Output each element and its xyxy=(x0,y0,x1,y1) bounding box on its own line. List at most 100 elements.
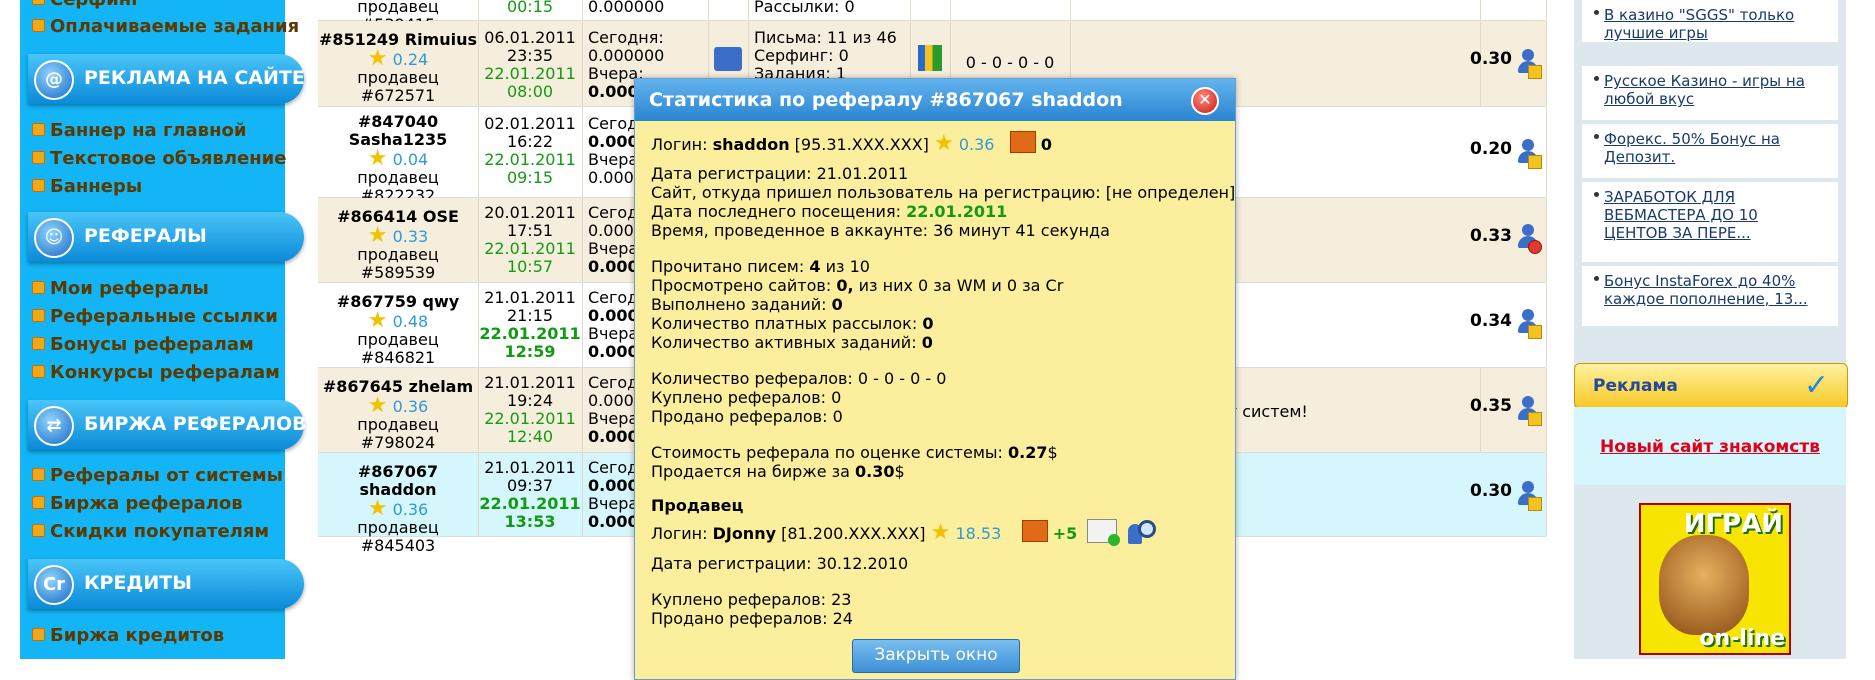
referral-name[interactable]: #867759 qwy xyxy=(318,283,478,311)
bag-icon xyxy=(1009,131,1036,153)
buy-referral-icon[interactable] xyxy=(1516,49,1542,79)
price: 0.35 xyxy=(1470,396,1512,416)
bullet-icon xyxy=(1594,276,1599,281)
mailings-count: Рассылки: 0 xyxy=(754,0,855,16)
section-header-referrals: ☺ РЕФЕРАЛЫ xyxy=(28,212,304,262)
modal-header: Статистика по рефералу #867067 shaddon ✕ xyxy=(635,79,1235,121)
bought-count: Куплено рефералов: 0 xyxy=(651,388,842,407)
rating: 0.04 xyxy=(392,150,429,169)
seller-id: продавец #672571 xyxy=(357,68,439,105)
bullet-icon xyxy=(32,151,45,164)
stat-value: 0.000000 xyxy=(588,0,665,16)
bullet-icon xyxy=(1594,10,1599,15)
read-letters: Прочитано писем: 4 из 10 xyxy=(651,257,870,276)
section-header-ads: @ РЕКЛАМА НА САЙТЕ xyxy=(28,54,305,104)
bullet-icon xyxy=(1594,134,1599,139)
referral-levels: 0 - 0 - 0 - 0 xyxy=(965,53,1055,72)
news-link[interactable]: Русское Казино - игры на любой вкус xyxy=(1582,66,1838,108)
sidebar-item-ref-links[interactable]: Реферальные ссылки xyxy=(32,305,278,329)
seller-login: DJonny xyxy=(712,524,777,543)
table-row: продавец #539415 00:15 0.000000 Рассылки… xyxy=(318,0,1547,34)
mail-stats-icon[interactable] xyxy=(714,47,742,71)
bullet-icon xyxy=(32,179,45,192)
rating: 0.36 xyxy=(958,135,995,154)
close-icon[interactable]: ✕ xyxy=(1191,87,1219,115)
seller-id: продавец #589539 xyxy=(357,245,439,282)
bullet-icon xyxy=(32,0,45,5)
bullet-icon xyxy=(32,496,45,509)
news-item: Бонус InstaForex до 40% каждое пополнени… xyxy=(1582,266,1838,329)
reg-date: Дата регистрации: 21.01.2011 xyxy=(651,164,909,183)
star-icon: ★ xyxy=(934,131,954,156)
price: 0.20 xyxy=(1470,139,1512,159)
source: Сайт, откуда пришел пользователь на реги… xyxy=(651,183,1236,202)
dating-site-link[interactable]: Новый сайт знакомств xyxy=(1574,437,1846,457)
sidebar-item-text-ad[interactable]: Текстовое объявление xyxy=(32,147,286,171)
sidebar-item-system-refs[interactable]: Рефералы от системы xyxy=(32,464,283,488)
sidebar-item-surfing[interactable]: Серфинг xyxy=(32,0,141,12)
news-item: Русское Казино - игры на любой вкус xyxy=(1582,66,1838,123)
news-link[interactable]: Бонус InstaForex до 40% каждое пополнени… xyxy=(1582,266,1838,308)
user-search-icon[interactable] xyxy=(1127,520,1156,544)
bullet-icon xyxy=(32,281,45,294)
seller-ip: [81.200.XXX.XXX] xyxy=(781,524,926,543)
seller-id: продавец #798024 xyxy=(357,415,439,452)
price: 0.33 xyxy=(1470,226,1512,246)
seller-reg-date: Дата регистрации: 30.12.2010 xyxy=(651,554,909,573)
news-item: Форекс. 50% Бонус на Депозит. xyxy=(1582,124,1838,181)
sidebar-item-main-banner[interactable]: Баннер на главной xyxy=(32,119,247,143)
seller-plus: +5 xyxy=(1052,524,1078,543)
news-link[interactable]: ЗАРАБОТОК ДЛЯ ВЕБМАСТЕРА ДО 10 ЦЕНТОВ ЗА… xyxy=(1582,182,1838,242)
login: shaddon xyxy=(712,135,790,154)
sale-price: Продается на бирже за 0.30$ xyxy=(651,462,905,481)
sidebar-item-ref-exchange[interactable]: Биржа рефералов xyxy=(32,492,243,516)
buy-referral-icon[interactable] xyxy=(1516,309,1542,339)
banner-bottom-text: on-line xyxy=(1699,626,1785,651)
credits-icon: Cr xyxy=(34,565,74,605)
sidebar-item-my-referrals[interactable]: Мои рефералы xyxy=(32,277,209,301)
chart-stats-icon[interactable] xyxy=(918,45,942,71)
bag-icon xyxy=(1021,520,1048,542)
visit-time: 00:15 xyxy=(506,0,554,16)
bullet-icon xyxy=(32,309,45,322)
paid-mailings: Количество платных рассылок: 0 xyxy=(651,314,934,333)
left-sidebar: Серфинг Оплачиваемые задания @ РЕКЛАМА Н… xyxy=(20,0,307,659)
rating: 0.36 xyxy=(392,500,429,519)
rating: 0.24 xyxy=(392,50,429,69)
remove-referral-icon[interactable] xyxy=(1516,224,1542,254)
referral-name[interactable]: #847040 Sasha1235 xyxy=(343,107,453,149)
star-icon: ★ xyxy=(930,520,951,545)
ads-header: Реклама ✓ xyxy=(1574,363,1848,409)
referral-count: Количество рефералов: 0 - 0 - 0 - 0 xyxy=(651,369,947,388)
seller-bought: Куплено рефералов: 23 xyxy=(651,590,852,609)
buy-referral-icon[interactable] xyxy=(1516,481,1542,511)
sidebar-item-ref-contests[interactable]: Конкурсы рефералам xyxy=(32,361,280,385)
close-window-button[interactable]: Закрыть окно xyxy=(852,639,1020,673)
users-icon: ☺ xyxy=(34,218,74,258)
sidebar-item-paid-tasks[interactable]: Оплачиваемые задания xyxy=(32,15,299,39)
referral-name[interactable]: #867067 shaddon xyxy=(318,453,478,499)
bullet-icon xyxy=(32,19,45,32)
news-link[interactable]: В казино "SGGS" только лучшие игры xyxy=(1582,0,1838,42)
rating: 0.48 xyxy=(392,312,429,331)
tasks-done: Выполнено заданий: 0 xyxy=(651,295,843,314)
bullet-icon xyxy=(32,468,45,481)
sidebar-item-ref-bonuses[interactable]: Бонусы рефералам xyxy=(32,333,254,357)
sidebar-item-credit-exchange[interactable]: Биржа кредитов xyxy=(32,624,224,648)
referral-name[interactable]: #851249 Rimuius xyxy=(318,21,478,49)
referral-name[interactable]: #867645 zhelam xyxy=(318,368,478,396)
sidebar-item-banners[interactable]: Баннеры xyxy=(32,175,142,199)
referral-name[interactable]: #866414 OSE xyxy=(318,198,478,226)
seller-sold: Продано рефералов: 24 xyxy=(651,609,853,628)
bullet-icon xyxy=(32,524,45,537)
bullet-icon xyxy=(32,365,45,378)
news-link[interactable]: Форекс. 50% Бонус на Депозит. xyxy=(1582,124,1838,166)
buy-referral-icon[interactable] xyxy=(1516,139,1542,169)
system-value: Стоимость реферала по оценке системы: 0.… xyxy=(651,443,1058,462)
bullet-icon xyxy=(32,123,45,136)
sidebar-item-buyer-discounts[interactable]: Скидки покупателям xyxy=(32,520,269,544)
play-online-banner[interactable]: ИГРАЙ on-line xyxy=(1639,503,1791,655)
buy-referral-icon[interactable] xyxy=(1516,396,1542,426)
seller-heading: Продавец xyxy=(651,496,744,515)
send-message-icon[interactable] xyxy=(1087,519,1121,546)
